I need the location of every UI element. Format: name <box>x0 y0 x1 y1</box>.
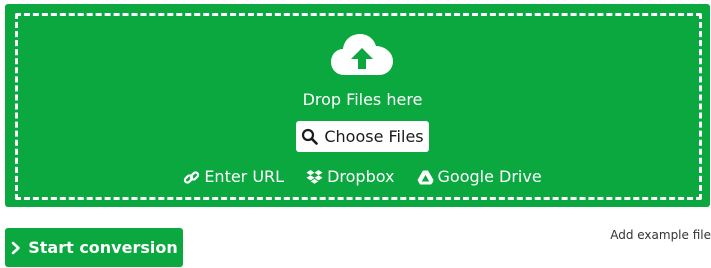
start-conversion-button[interactable]: Start conversion <box>5 228 183 267</box>
dropbox-label: Dropbox <box>327 167 395 186</box>
drop-title: Drop Files here <box>302 90 423 109</box>
start-conversion-label: Start conversion <box>28 238 178 257</box>
enter-url-label: Enter URL <box>204 167 285 186</box>
search-icon <box>302 128 319 145</box>
google-drive-link[interactable]: Google Drive <box>417 167 542 187</box>
cloud-upload-icon <box>331 34 393 75</box>
choose-files-button[interactable]: Choose Files <box>296 121 429 152</box>
drop-panel[interactable]: Drop Files here Choose Files Enter URL D… <box>5 4 710 207</box>
google-drive-label: Google Drive <box>437 167 542 186</box>
google-drive-icon <box>417 170 434 184</box>
file-upload-widget: Drop Files here Choose Files Enter URL D… <box>0 0 711 268</box>
link-icon <box>184 170 200 184</box>
enter-url-link[interactable]: Enter URL <box>183 167 284 187</box>
choose-files-label: Choose Files <box>324 127 424 146</box>
upload-sources: Enter URL Dropbox Google Drive <box>5 167 711 187</box>
dropbox-link[interactable]: Dropbox <box>306 167 395 187</box>
chevron-right-icon <box>11 241 21 254</box>
add-example-file-link[interactable]: Add example file <box>610 228 711 242</box>
dropbox-icon <box>306 169 323 184</box>
